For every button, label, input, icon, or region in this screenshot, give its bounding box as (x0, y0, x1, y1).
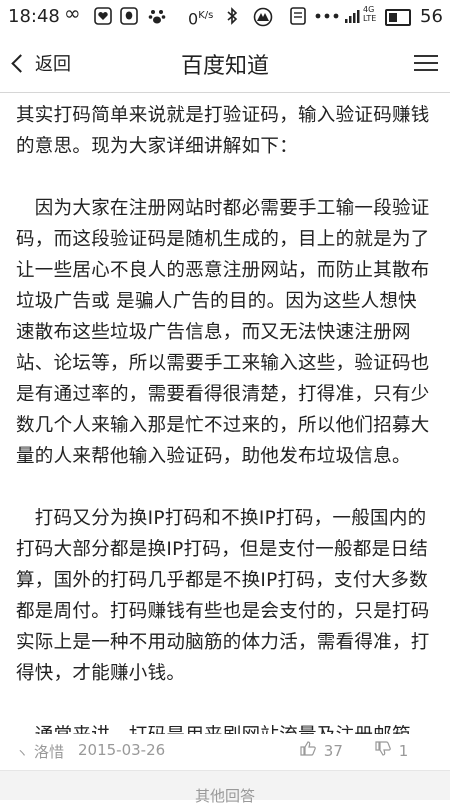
answer-content: 其实打码简单来说就是打验证码，输入验证码赚钱的意思。现为大家详细讲解如下： 因为… (16, 100, 434, 734)
author-mark-icon: ヽ (16, 746, 29, 760)
battery-icon (385, 9, 411, 26)
dislike-count: 1 (398, 742, 409, 760)
answer-date: 2015-03-26 (78, 741, 166, 759)
answer-paragraph: 打码又分为换IP打码和不换IP打码，一般国内的打码大部分都是换IP打码，但是支付… (16, 508, 430, 684)
qq-notification-icon (120, 7, 138, 29)
network-type: 4G LTE (363, 5, 376, 23)
dislike-button[interactable]: 1 (375, 741, 408, 760)
thumbs-up-icon (300, 741, 321, 760)
author-name: 洛惜 (34, 743, 65, 761)
network-speed-unit: K/s (198, 10, 214, 21)
like-count: 37 (323, 742, 343, 760)
infinity-icon: ∞ (64, 1, 81, 25)
answer-meta-bar: ヽ洛惜 2015-03-26 37 1 (0, 734, 450, 771)
page-title: 百度知道 (180, 54, 269, 79)
battery-level: 56 (420, 6, 443, 27)
battery-fill (389, 13, 397, 22)
bluetooth-icon (226, 7, 238, 29)
thumbs-down-icon (375, 741, 396, 760)
other-answers-section: 其他回答 (0, 771, 450, 805)
network-type-label: 4G (363, 5, 375, 14)
status-bar: 18:48 ∞ 0K/s 4G LTE 56 (0, 0, 450, 34)
author[interactable]: ヽ洛惜 (16, 741, 64, 762)
more-notifications-icon (314, 7, 340, 29)
answer-paragraph: 其实打码简单来说就是打验证码，输入验证码赚钱的意思。现为大家详细讲解如下： (16, 105, 430, 157)
network-speed-value: 0 (188, 9, 199, 29)
app-notification-icon (290, 7, 306, 29)
answer-paragraph: 通常来讲，打码是用来刷网站流量及注册邮箱，或是注册网站，再有就是投票，打码赚钱是… (16, 720, 434, 734)
paw-icon (148, 7, 166, 29)
network-speed: 0K/s (188, 7, 213, 28)
like-button[interactable]: 37 (300, 741, 343, 760)
menu-icon[interactable] (414, 55, 438, 71)
signal-icon (344, 7, 360, 29)
nav-bar: 返回 百度知道 (0, 34, 450, 93)
network-type-sub: LTE (363, 14, 377, 23)
heart-notification-icon (94, 7, 112, 29)
answer-paragraph: 因为大家在注册网站时都必需要手工输一段验证码，而这段验证码是随机生成的，目上的就… (16, 198, 430, 467)
other-answers-label: 其他回答 (194, 787, 255, 805)
avatar-icon (252, 7, 274, 31)
status-time: 18:48 (8, 6, 60, 27)
